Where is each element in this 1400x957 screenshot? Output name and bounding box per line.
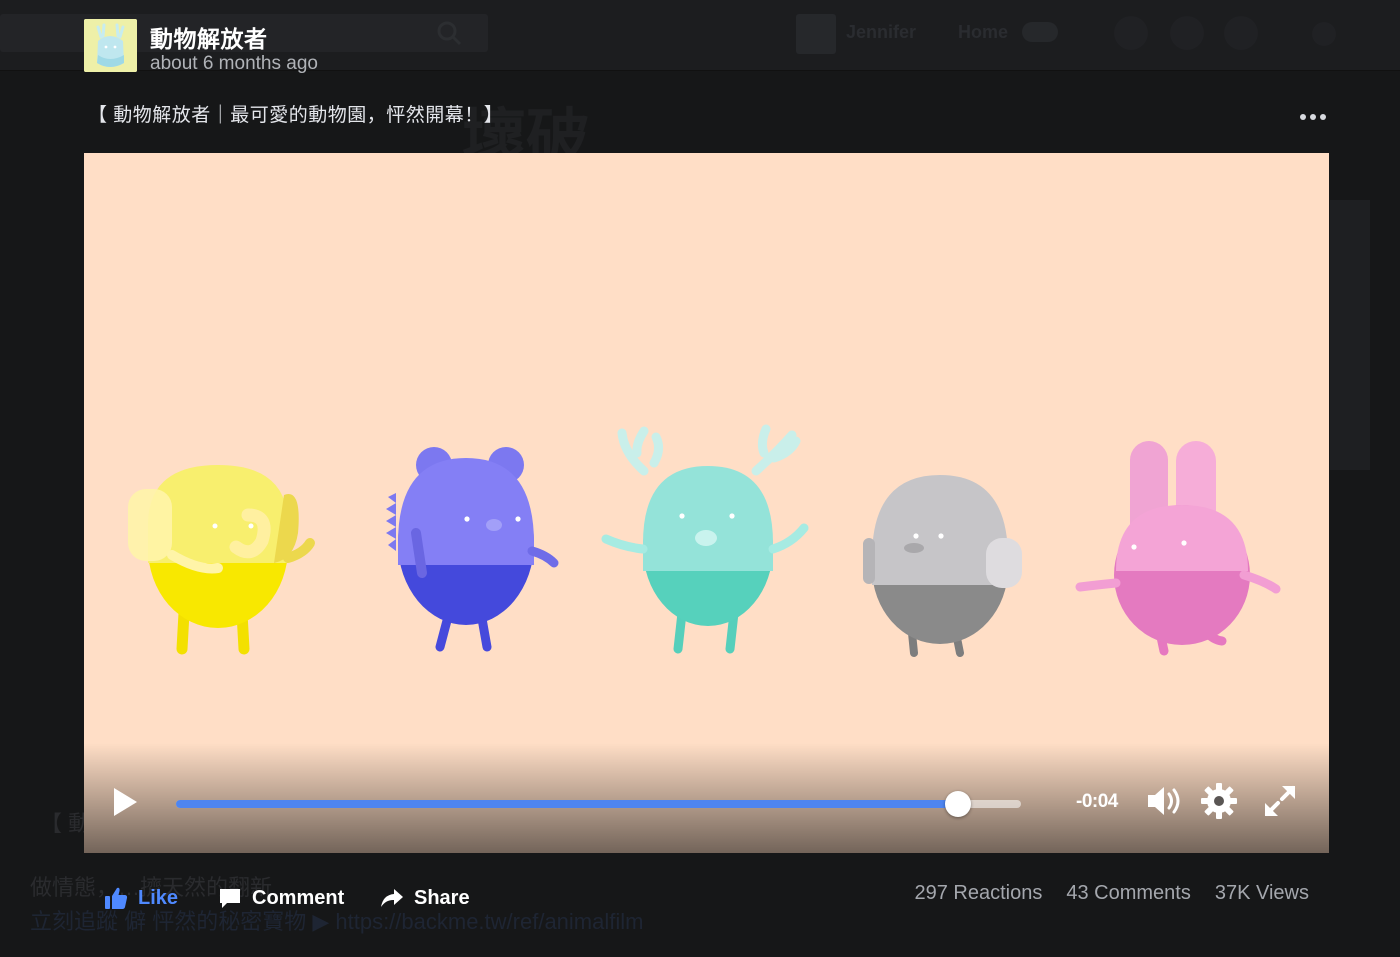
progress-scrubber[interactable]	[945, 791, 972, 817]
gear-icon[interactable]	[1200, 782, 1238, 820]
elephant-character	[128, 465, 315, 655]
background-friends-icon	[1114, 16, 1148, 50]
background-text-line: 【 動	[40, 811, 91, 836]
comment-button[interactable]: Comment	[218, 883, 344, 913]
play-icon[interactable]	[110, 785, 140, 819]
comments-count[interactable]: 43 Comments	[1066, 882, 1191, 905]
share-label: Share	[414, 886, 470, 909]
deer-logo-icon	[84, 19, 137, 72]
post-text: 【 動物解放者｜最可愛的動物園，怦然開幕！】	[88, 105, 504, 126]
share-button[interactable]: Share	[380, 883, 470, 913]
like-label: Like	[138, 886, 179, 909]
progress-bar[interactable]	[176, 791, 1021, 817]
time-remaining: -0:04	[1076, 791, 1118, 812]
background-side-panel	[1330, 200, 1370, 470]
thumbs-up-icon	[105, 887, 128, 909]
video-player[interactable]: -0:04	[84, 153, 1329, 853]
deer-character	[601, 424, 809, 654]
comment-icon	[220, 889, 240, 908]
background-messages-icon	[1170, 16, 1204, 50]
background-nav-badge	[1022, 22, 1058, 42]
like-button[interactable]: Like	[104, 883, 178, 913]
reactions-count[interactable]: 297 Reactions	[914, 882, 1042, 905]
page-name[interactable]: 動物解放者	[150, 20, 268, 54]
seal-character	[863, 475, 1022, 657]
page-avatar[interactable]	[84, 19, 137, 72]
comment-label: Comment	[252, 886, 345, 909]
background-notifications-icon	[1224, 16, 1258, 50]
bear-character	[386, 447, 559, 652]
volume-icon[interactable]	[1146, 783, 1184, 819]
post-timestamp[interactable]: about 6 months ago	[150, 53, 318, 75]
more-horizontal-icon	[1300, 114, 1306, 120]
post-stats: 297 Reactions 43 Comments 37K Views	[914, 882, 1309, 905]
rabbit-character	[1075, 441, 1281, 656]
views-count[interactable]: 37K Views	[1215, 882, 1309, 905]
more-options-button[interactable]	[1294, 106, 1334, 128]
background-nav-user: Jennifer	[846, 22, 917, 42]
video-controls: -0:04	[84, 743, 1329, 853]
background-menu-icon	[1312, 22, 1336, 46]
progress-fill	[176, 800, 959, 808]
fullscreen-icon[interactable]	[1262, 783, 1298, 819]
share-icon	[381, 889, 403, 907]
search-icon	[437, 21, 462, 46]
background-nav-home: Home	[958, 22, 1009, 42]
background-user-avatar	[796, 14, 836, 54]
